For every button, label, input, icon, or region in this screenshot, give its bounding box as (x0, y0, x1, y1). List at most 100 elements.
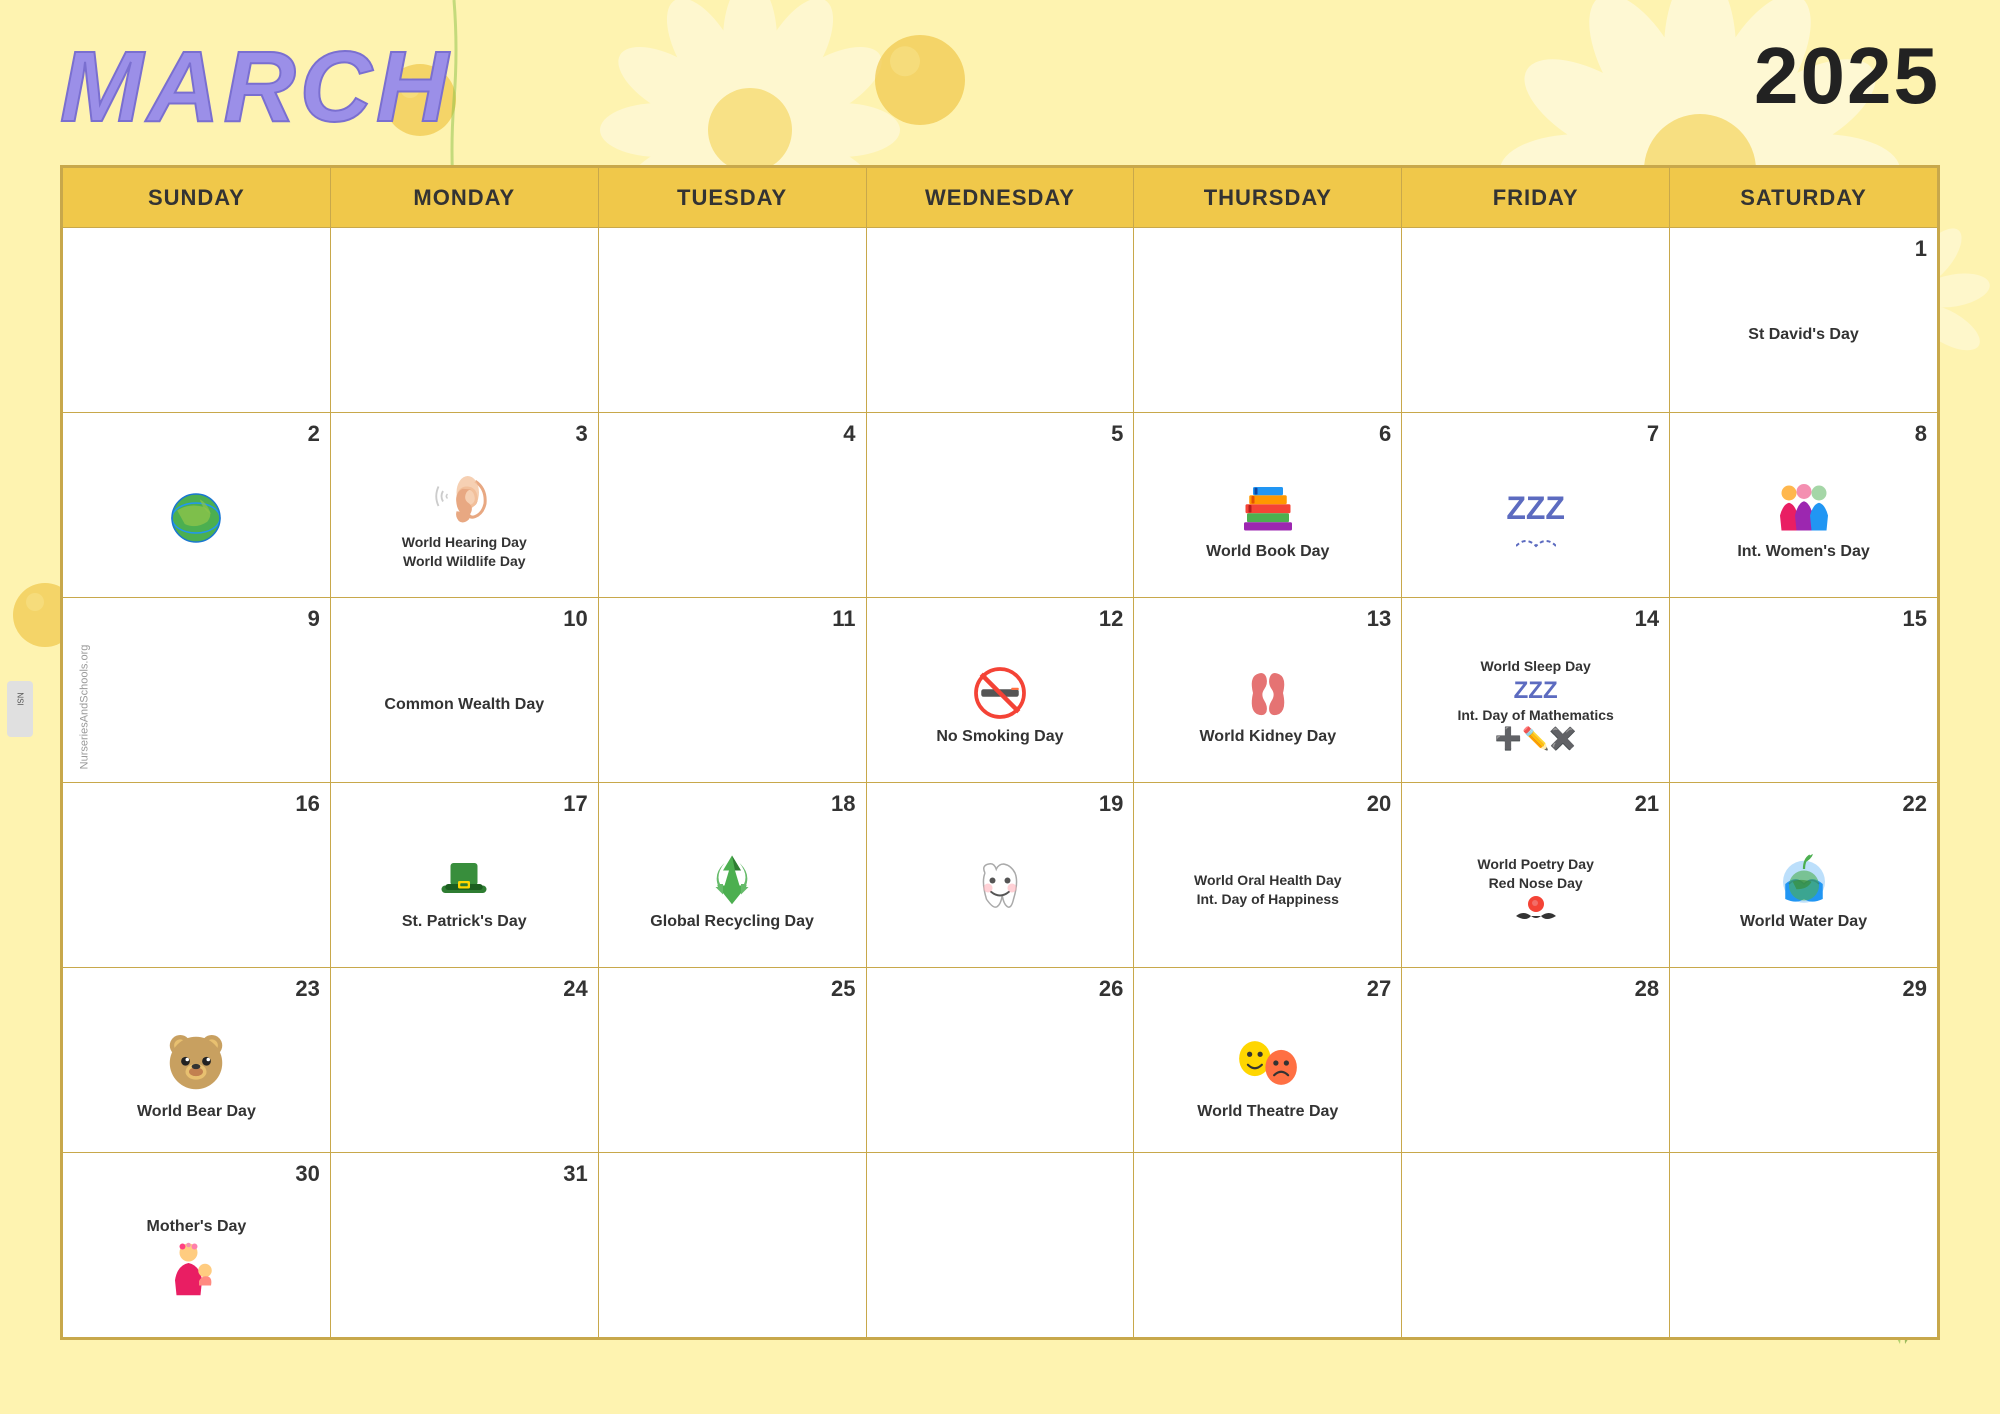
day-25: 25 (598, 968, 866, 1153)
date-21: 21 (1412, 791, 1659, 817)
calendar-table: SUNDAY MONDAY TUESDAY WEDNESDAY THURSDAY… (62, 167, 1938, 1338)
date-12: 12 (877, 606, 1124, 632)
date-6: 6 (1144, 421, 1391, 447)
day-27: 27 (1134, 968, 1402, 1153)
day-empty-10 (1402, 1153, 1670, 1338)
date-27: 27 (1144, 976, 1391, 1002)
earth-icon (166, 488, 226, 548)
day-6: 6 (1134, 413, 1402, 598)
sleep-dots (1516, 531, 1556, 551)
day-24: 24 (330, 968, 598, 1153)
day-18: 18 Global Recycling Day (598, 783, 866, 968)
calendar-wrapper: SUNDAY MONDAY TUESDAY WEDNESDAY THURSDAY… (60, 165, 1940, 1340)
col-sunday: SUNDAY (63, 168, 331, 228)
day-30-content: Mother's Day (73, 1191, 320, 1329)
week-row-4: 16 17 (63, 783, 1938, 968)
day-15: 15 (1670, 598, 1938, 783)
day-20-content: World Oral Health Day Int. Day of Happin… (1144, 821, 1391, 959)
week-row-5: 23 (63, 968, 1938, 1153)
day-18-content: Global Recycling Day (609, 821, 856, 959)
date-8: 8 (1680, 421, 1927, 447)
date-11: 11 (609, 606, 856, 632)
event-bear: World Bear Day (137, 1102, 256, 1123)
date-20: 20 (1144, 791, 1391, 817)
day-19-content (877, 821, 1124, 959)
event-water: World Water Day (1740, 912, 1867, 933)
month-title: MARCH (60, 30, 452, 145)
event-commonwealth: Common Wealth Day (384, 695, 544, 716)
date-19: 19 (877, 791, 1124, 817)
watermark: NurseriesAndSchools.org (78, 645, 90, 770)
day-23-content: World Bear Day (73, 1006, 320, 1144)
kidney-icon (1238, 663, 1298, 723)
day-empty-2 (330, 228, 598, 413)
day-10: 10 Common Wealth Day (330, 598, 598, 783)
day-2-content (73, 451, 320, 589)
theatre-icon (1233, 1028, 1303, 1098)
women-icon (1774, 478, 1834, 538)
day-17: 17 St. Patrick's Day (330, 783, 598, 968)
event-poetry: World Poetry Day (1477, 856, 1593, 873)
event-hearing: World Hearing Day (402, 534, 527, 551)
day-1: 1 St David's Day (1670, 228, 1938, 413)
water-icon (1774, 848, 1834, 908)
day-26: 26 (866, 968, 1134, 1153)
day-20: 20 World Oral Health Day Int. Day of Hap… (1134, 783, 1402, 968)
day-4: 4 (598, 413, 866, 598)
date-4: 4 (609, 421, 856, 447)
day-empty-4 (866, 228, 1134, 413)
day-13-content: World Kidney Day (1144, 636, 1391, 774)
day-2: 2 (63, 413, 331, 598)
day-30: 30 Mother's Day (63, 1153, 331, 1338)
day-3: 3 (330, 413, 598, 598)
day-21-content: World Poetry Day Red Nose Day (1412, 821, 1659, 959)
date-18: 18 (609, 791, 856, 817)
date-26: 26 (877, 976, 1124, 1002)
date-1: 1 (1680, 236, 1927, 262)
event-kidney: World Kidney Day (1199, 727, 1336, 748)
day-13: 13 World Kidney Day (1134, 598, 1402, 783)
event-mothers: Mother's Day (147, 1217, 247, 1238)
day-empty-11 (1670, 1153, 1938, 1338)
date-10: 10 (341, 606, 588, 632)
nsi-logo: NSI (5, 679, 35, 739)
day-22-content: World Water Day (1680, 821, 1927, 959)
date-9: 9 (73, 606, 320, 632)
date-31: 31 (341, 1161, 588, 1187)
day-14-events: World Sleep Day ZZZ Int. Day of Mathemat… (1457, 658, 1613, 752)
math-symbols: ➕✏️✖️ (1495, 726, 1577, 752)
date-28: 28 (1412, 976, 1659, 1002)
day-8: 8 Int. Wo (1670, 413, 1938, 598)
date-22: 22 (1680, 791, 1927, 817)
date-25: 25 (609, 976, 856, 1002)
day-29: 29 (1670, 968, 1938, 1153)
day-7-content: ZZZ (1412, 451, 1659, 589)
day-empty-1 (63, 228, 331, 413)
day-7: 7 ZZZ (1402, 413, 1670, 598)
header-row: SUNDAY MONDAY TUESDAY WEDNESDAY THURSDAY… (63, 168, 1938, 228)
date-15: 15 (1680, 606, 1927, 632)
day-empty-8 (866, 1153, 1134, 1338)
week-row-2: 2 3 (63, 413, 1938, 598)
date-17: 17 (341, 791, 588, 817)
col-tuesday: TUESDAY (598, 168, 866, 228)
mother-icon (166, 1239, 226, 1299)
no-smoking-icon (970, 663, 1030, 723)
day-12: 12 No Smoking Day (866, 598, 1134, 783)
day-14-content: World Sleep Day ZZZ Int. Day of Mathemat… (1412, 636, 1659, 774)
date-30: 30 (73, 1161, 320, 1187)
day-23: 23 (63, 968, 331, 1153)
day-empty-6 (1402, 228, 1670, 413)
date-2: 2 (73, 421, 320, 447)
zzz-icon: ZZZ (1506, 490, 1565, 527)
bear-icon (161, 1028, 231, 1098)
date-7: 7 (1412, 421, 1659, 447)
date-23: 23 (73, 976, 320, 1002)
day-10-content: Common Wealth Day (341, 636, 588, 774)
col-wednesday: WEDNESDAY (866, 168, 1134, 228)
week-row-1: 1 St David's Day (63, 228, 1938, 413)
day-27-content: World Theatre Day (1144, 1006, 1391, 1144)
day-1-content: St David's Day (1680, 266, 1927, 404)
calendar-header: MARCH 2025 (40, 20, 1960, 155)
day-12-content: No Smoking Day (877, 636, 1124, 774)
